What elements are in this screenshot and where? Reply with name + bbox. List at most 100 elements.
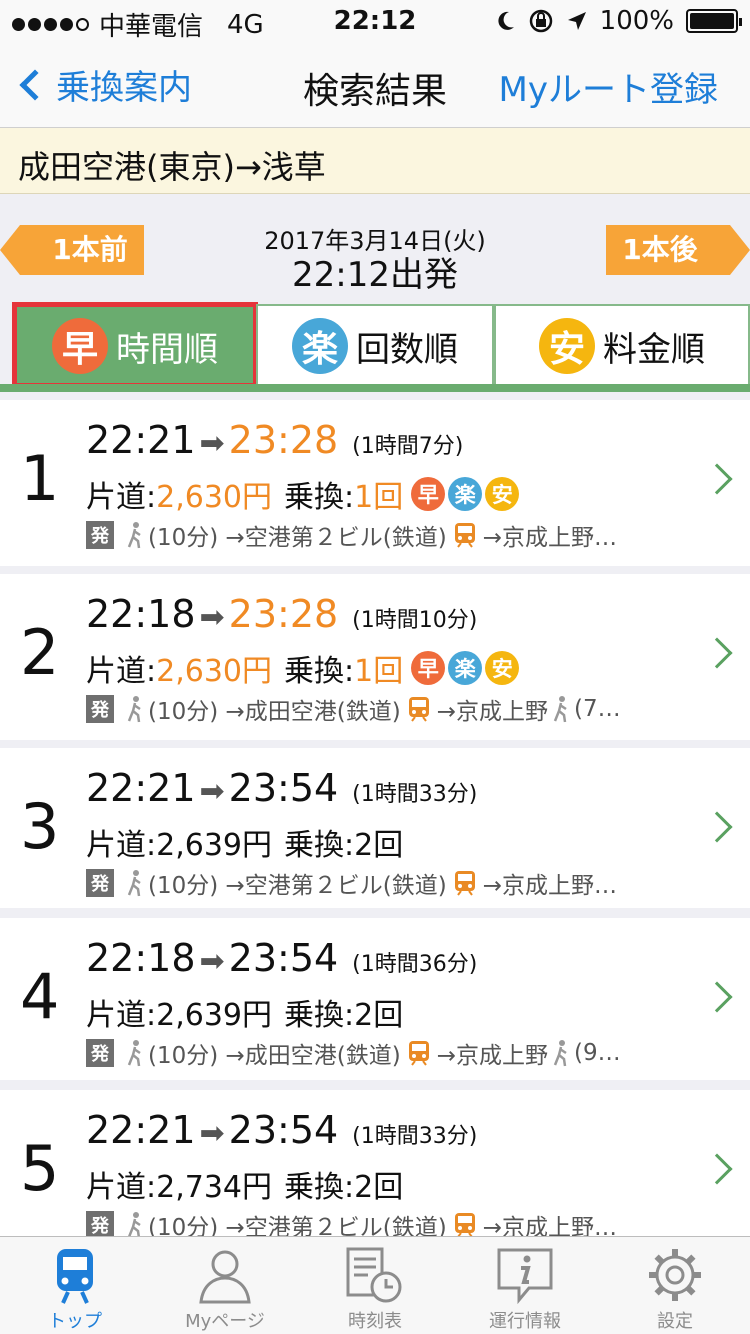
route-segment: →空港第２ビル(鉄道) — [225, 525, 447, 551]
tab-label: 時刻表 — [348, 1311, 402, 1332]
status-right: 100% — [496, 6, 742, 36]
arrival-time: 23:28 — [228, 418, 339, 462]
duration: (1時間10分) — [352, 608, 478, 633]
route-segment: →空港第２ビル(鉄道) — [225, 873, 447, 899]
walk-icon — [553, 696, 567, 723]
route-detail: 発 (10分) →空港第２ビル(鉄道) →京成上野… — [86, 518, 696, 552]
depart-badge-icon: 発 — [86, 695, 114, 723]
next-segment: →京成上野 — [436, 699, 549, 725]
fare-line: 片道: 2,630円 乗換: 1回 早 楽 安 — [86, 472, 520, 516]
next-segment: →京成上野 — [436, 1043, 549, 1069]
result-times: 22:21 ➡ 23:54 (1時間33分) — [86, 766, 477, 810]
fare-line: 片道: 2,639円 乗換: 2回 — [86, 990, 403, 1034]
route-segment: →成田空港(鉄道) — [225, 1043, 401, 1069]
next-segment: →京成上野… — [482, 525, 618, 551]
result-times: 22:18 ➡ 23:54 (1時間36分) — [86, 936, 477, 980]
date-row: 1本前 2017年3月14日(火) 22:12出発 1本後 — [0, 195, 750, 300]
tab-bar: トップ Myページ 時刻表 運行情報 設定 — [0, 1236, 750, 1334]
result-row[interactable]: 1 22:21 ➡ 23:28 (1時間7分) 片道: 2,630円 乗換: 1… — [0, 400, 750, 566]
tab-top[interactable]: トップ — [0, 1237, 150, 1334]
next-train-button[interactable]: 1本後 — [606, 225, 750, 275]
transfer-label: 乗換: — [284, 1170, 355, 1205]
result-row[interactable]: 5 22:21 ➡ 23:54 (1時間33分) 片道: 2,734円 乗換: … — [0, 1090, 750, 1236]
depart-badge-icon: 発 — [86, 869, 114, 897]
walk-icon — [553, 1040, 567, 1067]
chevron-right-icon — [701, 637, 733, 669]
walk-duration: (10分) — [148, 873, 219, 899]
fare-value: 2,630円 — [156, 654, 272, 689]
my-route-register-button[interactable]: Myルート登録 — [499, 62, 718, 111]
fare-value: 2,639円 — [156, 998, 272, 1033]
fare-line: 片道: 2,639円 乗換: 2回 — [86, 820, 403, 864]
transfer-label: 乗換: — [284, 480, 355, 515]
walk-duration: (10分) — [148, 1043, 219, 1069]
fare-label: 片道: — [86, 1170, 157, 1205]
train-icon — [454, 523, 475, 548]
fast-icon: 早 — [52, 318, 108, 374]
tab-settings[interactable]: 設定 — [600, 1237, 750, 1334]
route-detail: 発 (10分) →空港第２ビル(鉄道) →京成上野… — [86, 866, 696, 900]
arrival-time: 23:28 — [228, 592, 339, 636]
person-icon — [199, 1250, 251, 1304]
easy-icon: 楽 — [292, 318, 348, 374]
tab-timetable[interactable]: 時刻表 — [300, 1237, 450, 1334]
depart-badge-icon: 発 — [86, 1211, 114, 1236]
tab-sort-time[interactable]: 早 時間順 — [12, 302, 258, 388]
tab-sort-transfers[interactable]: 楽 回数順 — [256, 304, 494, 386]
tab-label: Myページ — [185, 1311, 265, 1332]
route-segment: →成田空港(鉄道) — [225, 699, 401, 725]
route-detail: 発 (10分) →成田空港(鉄道) →京成上野 (9… — [86, 1036, 696, 1070]
transfer-label: 乗換: — [284, 828, 355, 863]
tab-label: 設定 — [657, 1311, 693, 1332]
fare-label: 片道: — [86, 998, 157, 1033]
departure-time: 22:18 — [86, 592, 196, 636]
transfer-count: 2回 — [354, 998, 404, 1033]
walk-icon — [127, 696, 141, 723]
depart-badge-icon: 発 — [86, 1039, 114, 1067]
arrival-time: 23:54 — [228, 766, 339, 810]
result-row[interactable]: 4 22:18 ➡ 23:54 (1時間36分) 片道: 2,639円 乗換: … — [0, 918, 750, 1080]
departure-time: 22:18 — [86, 936, 196, 980]
tab-label: 時間順 — [116, 329, 218, 370]
result-index: 3 — [20, 790, 60, 863]
next-segment: →京成上野… — [482, 1215, 618, 1236]
result-row[interactable]: 2 22:18 ➡ 23:28 (1時間10分) 片道: 2,630円 乗換: … — [0, 574, 750, 740]
result-index: 2 — [20, 616, 60, 689]
train-icon — [454, 1213, 475, 1236]
train-icon — [408, 697, 429, 722]
fare-value: 2,639円 — [156, 828, 272, 863]
fare-line: 片道: 2,734円 乗換: 2回 — [86, 1162, 403, 1206]
navigation-bar: 乗換案内 検索結果 Myルート登録 — [0, 40, 750, 128]
tab-my-page[interactable]: Myページ — [150, 1237, 300, 1334]
chevron-right-icon — [701, 1153, 733, 1185]
arrival-time: 23:54 — [228, 936, 339, 980]
cheap-icon: 安 — [539, 318, 595, 374]
chevron-right-icon — [701, 811, 733, 843]
result-times: 22:21 ➡ 23:54 (1時間33分) — [86, 1108, 477, 1152]
walk-icon — [127, 1040, 141, 1067]
result-index: 1 — [20, 442, 60, 515]
walk-icon — [128, 1212, 141, 1236]
result-times: 22:18 ➡ 23:28 (1時間10分) — [86, 592, 477, 636]
fare-label: 片道: — [86, 828, 157, 863]
walk-icon — [127, 870, 141, 897]
duration: (1時間36分) — [352, 952, 478, 977]
fare-label: 片道: — [86, 480, 157, 515]
fare-label: 片道: — [86, 654, 157, 689]
train-icon — [454, 871, 475, 896]
tab-service-info[interactable]: 運行情報 — [450, 1237, 600, 1334]
arrival-time: 23:54 — [228, 1108, 339, 1152]
walk-duration-tail: (9… — [574, 1040, 621, 1066]
duration: (1時間33分) — [352, 782, 478, 807]
route-detail: 発 (10分) →空港第２ビル(鉄道) →京成上野… — [86, 1208, 696, 1236]
tab-sort-fare[interactable]: 安 料金順 — [494, 304, 750, 386]
rotation-lock-icon — [529, 9, 552, 33]
result-row[interactable]: 3 22:21 ➡ 23:54 (1時間33分) 片道: 2,639円 乗換: … — [0, 748, 750, 908]
status-bar: 中華電信 4G 22:12 100% — [0, 0, 750, 42]
fast-badge-icon: 早 — [411, 651, 446, 685]
cheap-badge-icon: 安 — [485, 477, 520, 511]
duration: (1時間7分) — [352, 434, 464, 459]
walk-icon — [127, 522, 141, 549]
departure-time: 22:21 — [86, 766, 196, 810]
arrow-right-icon: ➡ — [199, 600, 225, 635]
